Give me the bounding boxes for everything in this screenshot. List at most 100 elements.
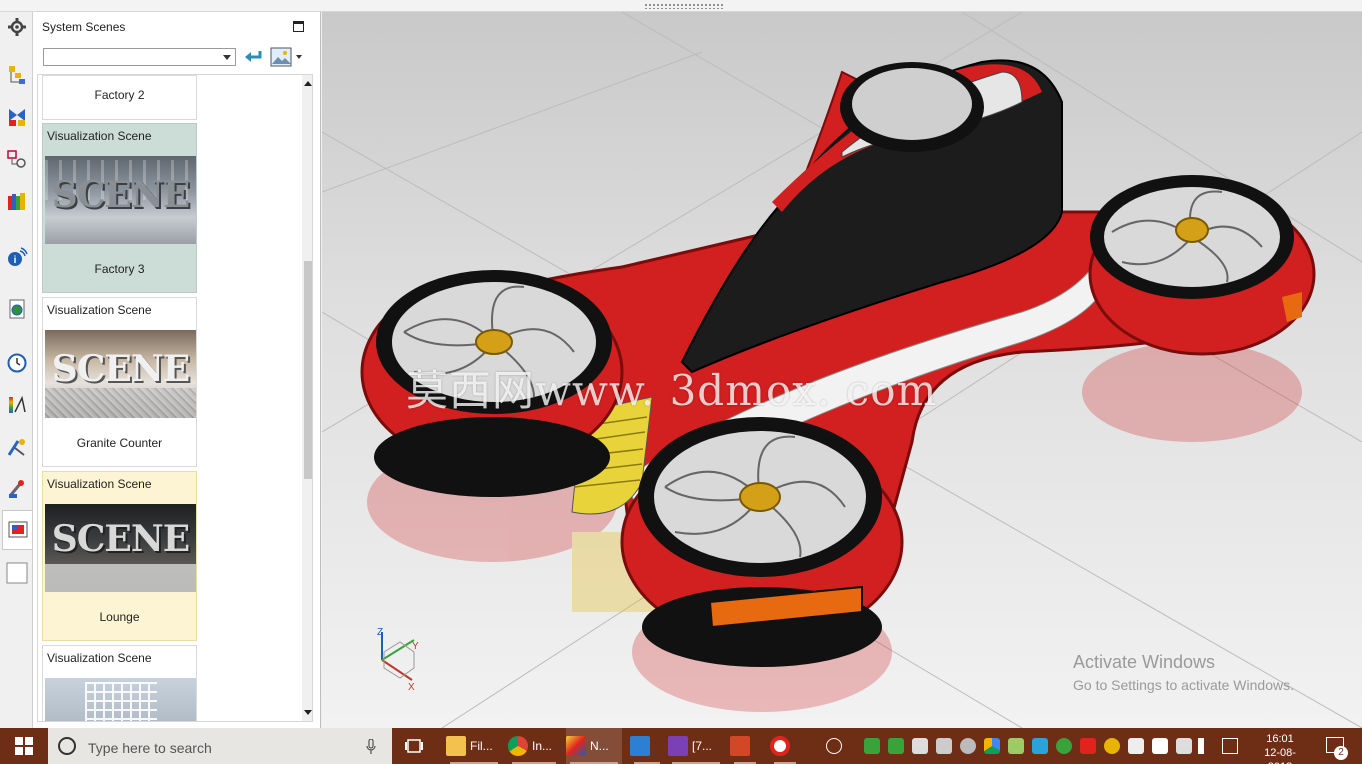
windows-logo-icon [15,737,33,755]
ppt-icon [730,736,750,756]
roles-icon[interactable] [4,560,30,586]
svg-text:i: i [14,255,17,266]
panel-title: System Scenes [42,20,126,34]
reuse-library-icon[interactable] [4,188,30,214]
scene-type: Visualization Scene [47,303,152,317]
scene-thumb-text: SCENE [51,348,190,390]
clock-time: 16:01 [1266,733,1294,745]
scrollbar-thumb[interactable] [304,261,312,479]
triad-x-label: X [408,682,415,693]
power-icon[interactable] [1056,738,1072,754]
task-view-button[interactable] [404,728,428,764]
scene-type: Visualization Scene [47,129,152,143]
scene-dropdown[interactable] [43,48,236,66]
scroll-down-arrow-icon[interactable] [304,710,312,715]
scene-thumbnail: SCENE [45,156,196,244]
torrent-icon[interactable] [864,738,880,754]
scene-name: Factory 2 [94,88,145,102]
scene-card[interactable]: Factory 2 [42,75,197,120]
display-icon[interactable] [1176,738,1192,754]
scene-name: Lounge [99,610,140,624]
start-button[interactable] [0,728,48,764]
app-tray-icon[interactable] [1032,738,1048,754]
rotor-right [1088,175,1316,356]
taskbar-app-label: [7... [692,739,713,753]
process-studio-icon[interactable] [4,434,30,460]
scene-thumbnail [45,678,196,721]
resource-bar: i [0,12,33,728]
battery-icon[interactable] [1128,738,1144,754]
system-scenes-panel: System Scenes Factory 2 Visualization Sc… [33,12,321,728]
constraint-navigator-icon[interactable] [4,104,30,130]
part-navigator-icon[interactable] [4,146,30,172]
taskbar-app-label: N... [590,739,609,753]
microphone-icon[interactable] [366,739,376,755]
taskbar-app-opera[interactable] [770,728,800,764]
return-arrow-icon [245,51,262,62]
taskbar-app-label: In... [532,739,553,753]
media-icon[interactable] [1104,738,1120,754]
visual-studio-icon [668,736,688,756]
apply-scene-button[interactable] [242,47,264,67]
scene-list-scrollbar[interactable] [302,75,312,721]
device-icon[interactable] [912,738,928,754]
onedrive-icon[interactable] [960,738,976,754]
system-clock[interactable]: 16:01 12-08-2018 [1252,732,1308,764]
settings-gear-icon[interactable] [4,14,30,40]
web-browser-icon[interactable] [4,296,30,322]
chevron-down-icon[interactable] [296,55,302,59]
scene-thumb-text: SCENE [51,518,190,560]
scroll-up-arrow-icon[interactable] [304,81,312,86]
scene-card-selected[interactable]: Visualization Scene SCENE Factory 3 [42,123,197,293]
teamviewer-icon [630,736,650,756]
activate-windows-notice: Activate Windows Go to Settings to activ… [1073,652,1294,693]
people-icon[interactable] [826,738,842,754]
scene-card[interactable]: Visualization Scene [42,645,197,721]
coordinate-triad: Z Y X [377,627,419,693]
taskbar-app-visual-studio[interactable]: [7... [668,728,724,764]
network-drive-icon[interactable] [1008,738,1024,754]
top-strip [0,0,1362,12]
history-clock-icon[interactable] [4,350,30,376]
scene-card[interactable]: Visualization Scene SCENE Granite Counte… [42,297,197,467]
scene-name: Factory 3 [94,262,145,276]
background-image-button[interactable] [270,46,304,68]
volume-icon[interactable] [1198,738,1214,754]
graphics-viewport[interactable]: Z Y X 莫西网www. 3dmox. com Activate Window… [322,12,1362,728]
chevron-down-icon [223,55,231,60]
taskbar-search-box[interactable]: Type here to search [48,728,392,764]
info-wifi-icon[interactable]: i [4,244,30,270]
taskbar-app-chrome[interactable]: In... [508,728,560,764]
scene-card-hover[interactable]: Visualization Scene SCENE Lounge [42,471,197,641]
manufacturing-wizard-icon[interactable] [4,476,30,502]
nx-icon [566,736,586,756]
taskbar-app-teamviewer[interactable] [630,728,664,764]
google-drive-icon[interactable] [984,738,1000,754]
airplane-icon[interactable] [1222,738,1238,754]
rotor-front [620,417,904,667]
search-placeholder: Type here to search [88,740,212,756]
maximize-icon[interactable] [293,21,304,32]
cortana-circle-icon [58,737,76,755]
task-view-icon [405,739,423,753]
taskbar: Type here to search Fil... In... N... [7… [0,728,1362,764]
assembly-navigator-icon[interactable] [4,62,30,88]
notepad-icon[interactable] [936,738,952,754]
taskbar-app-powerpoint[interactable] [730,728,760,764]
system-scenes-icon[interactable] [2,510,32,550]
scene-type: Visualization Scene [47,477,152,491]
taskbar-app-file-explorer[interactable]: Fil... [446,728,502,764]
scene-list: Factory 2 Visualization Scene SCENE Fact… [37,74,313,722]
torrent-alt-icon[interactable] [888,738,904,754]
scene-thumbnail: SCENE [45,330,196,418]
q-app-icon[interactable] [1080,738,1096,754]
security-shield-icon[interactable] [1152,738,1168,754]
landscape-image-icon [270,47,292,67]
scene-thumbnail: SCENE [45,504,196,592]
visual-analysis-icon[interactable] [4,392,30,418]
scene-thumb-text: SCENE [51,174,190,216]
taskbar-app-nx[interactable]: N... [566,728,622,764]
splitter-grip[interactable] [644,3,724,9]
watermark-text: 莫西网www. 3dmox. com [406,366,938,415]
chrome-icon [508,736,528,756]
